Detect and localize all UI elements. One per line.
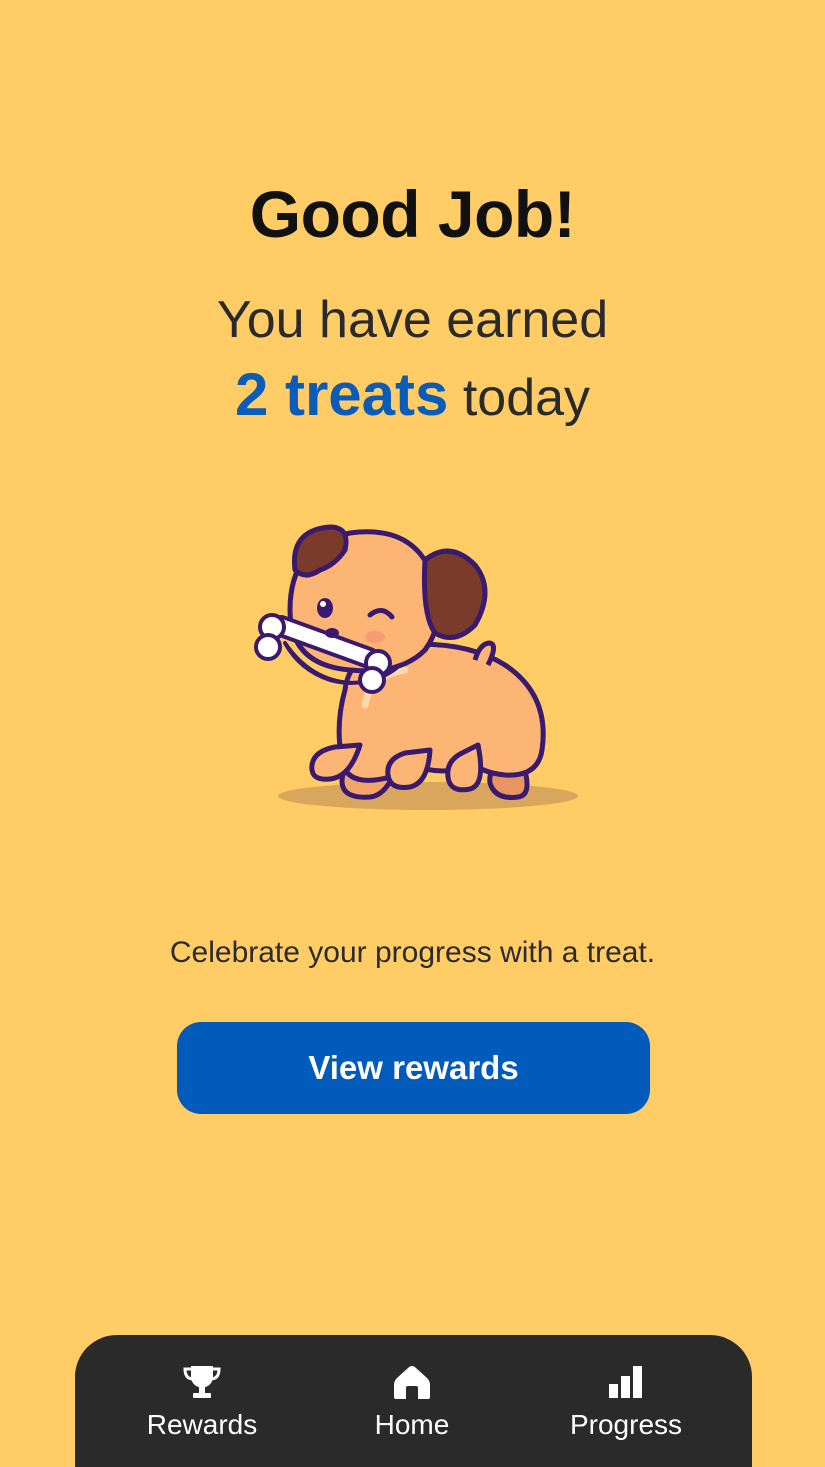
celebrate-message: Celebrate your progress with a treat. [169, 936, 656, 969]
home-icon [393, 1363, 431, 1401]
page-title: Good Job! [249, 177, 576, 251]
tab-progress[interactable]: Progress [526, 1335, 726, 1467]
tab-rewards-label: Rewards [146, 1409, 258, 1440]
view-rewards-button[interactable]: View rewards [177, 1022, 650, 1114]
trophy-icon [183, 1363, 221, 1401]
earned-text: You have earned [216, 291, 609, 349]
treats-suffix: today [448, 369, 591, 427]
bar-chart-icon [607, 1363, 645, 1401]
tab-home-label: Home [374, 1409, 450, 1440]
tab-rewards[interactable]: Rewards [102, 1335, 302, 1467]
tab-progress-label: Progress [569, 1409, 683, 1440]
treats-count: 2 treats [234, 361, 449, 428]
treat-reward-screen: Good Job! You have earned 2 treats today [0, 0, 825, 1467]
puppy-with-bone-illustration [254, 524, 578, 810]
tab-home[interactable]: Home [312, 1335, 512, 1467]
treats-summary: 2 treats today [0, 360, 825, 429]
bottom-tab-bar: Rewards Home Progress [75, 1335, 752, 1467]
